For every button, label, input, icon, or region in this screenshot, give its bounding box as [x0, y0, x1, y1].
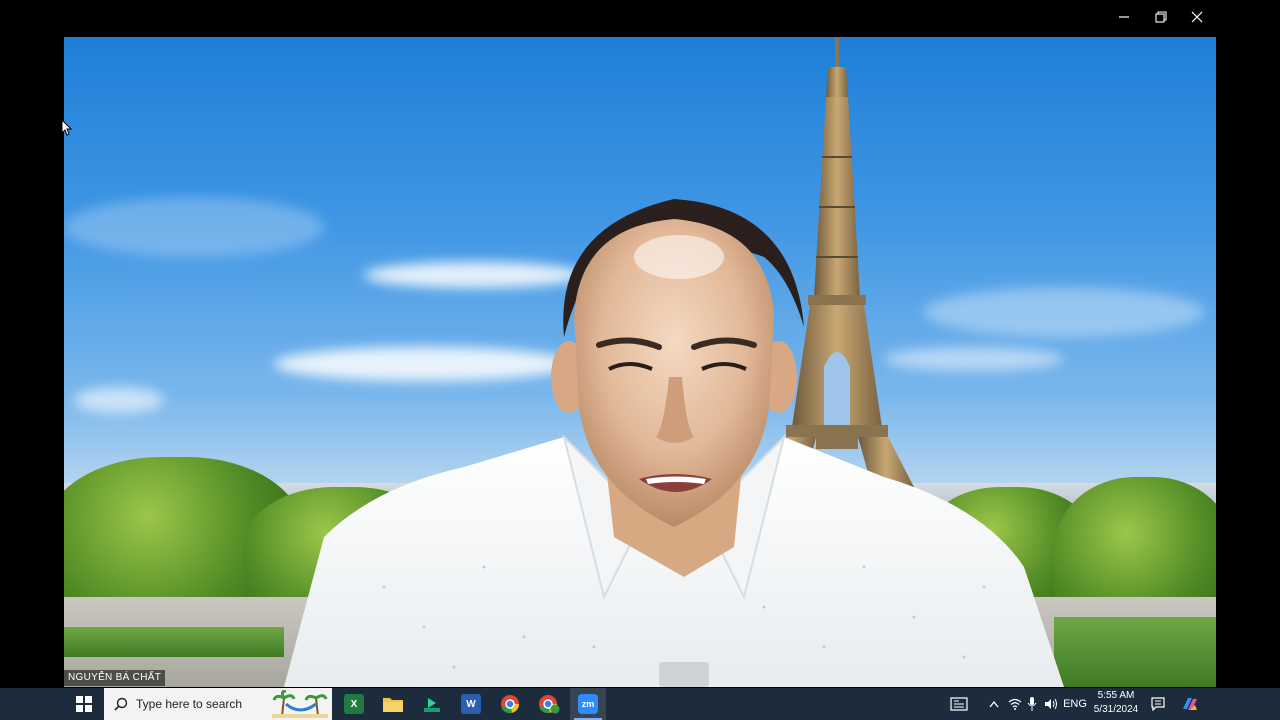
volume-button[interactable]: [1042, 688, 1060, 720]
show-hidden-icons-button[interactable]: [986, 688, 1002, 720]
mouse-pointer-icon: [62, 120, 72, 136]
video-feed[interactable]: [64, 37, 1216, 687]
network-button[interactable]: [1006, 688, 1024, 720]
chrome-profile-icon: [539, 695, 560, 714]
wifi-icon: [1008, 698, 1022, 710]
search-placeholder: Type here to search: [136, 697, 243, 711]
input-language-button[interactable]: ENG: [1062, 688, 1088, 720]
news-widget-button[interactable]: [948, 688, 970, 720]
folder-icon: [383, 698, 403, 712]
microphone-icon: [1027, 697, 1037, 711]
chrome-icon: [501, 695, 520, 714]
notification-icon: [1151, 697, 1165, 711]
microphone-button[interactable]: [1024, 688, 1040, 720]
minimize-button[interactable]: [1106, 0, 1142, 34]
taskbar-app-chrome-profile[interactable]: [531, 688, 567, 720]
restore-icon: [1155, 11, 1167, 23]
taskbar-search-box[interactable]: Type here to search: [104, 688, 332, 720]
chevron-up-icon: [989, 700, 999, 708]
minimize-icon: [1119, 16, 1129, 18]
copilot-button[interactable]: [1178, 688, 1202, 720]
clock-date: 5/31/2024: [1093, 704, 1139, 715]
taskbar-clock[interactable]: 5:55 AM 5/31/2024: [1092, 689, 1140, 717]
taskbar-app-excel[interactable]: X: [336, 688, 372, 720]
cloud: [74, 387, 164, 413]
close-button[interactable]: [1179, 0, 1215, 34]
clock-time: 5:55 AM: [1097, 690, 1135, 701]
copilot-icon: [1183, 698, 1197, 710]
taskbar-app-zoom[interactable]: zm: [570, 688, 606, 720]
word-icon: W: [461, 694, 481, 714]
zoom-icon: zm: [578, 694, 598, 714]
speaker-icon: [1045, 698, 1057, 710]
windows-start-icon: [76, 696, 92, 712]
taskbar-app-word[interactable]: W: [453, 688, 489, 720]
start-button[interactable]: [66, 688, 102, 720]
window-titlebar: [0, 0, 1280, 36]
news-icon: [950, 697, 968, 711]
taskbar-app-terminal[interactable]: [414, 688, 450, 720]
taskbar: Type here to search X W zm ENG 5:55 AM 5…: [0, 688, 1280, 720]
lawn: [64, 627, 284, 657]
restore-button[interactable]: [1143, 0, 1179, 34]
close-icon: [1191, 11, 1203, 23]
excel-icon: X: [344, 694, 364, 714]
notifications-button[interactable]: [1148, 688, 1168, 720]
terminal-app-icon: [424, 698, 440, 712]
taskbar-app-chrome[interactable]: [492, 688, 528, 720]
search-highlight-beach-icon: [272, 690, 328, 718]
taskbar-app-file-explorer[interactable]: [375, 688, 411, 720]
participant-name-label: NGUYỄN BÁ CHẤT: [64, 670, 166, 686]
search-icon: [114, 697, 128, 711]
participant-video: [284, 199, 1064, 687]
